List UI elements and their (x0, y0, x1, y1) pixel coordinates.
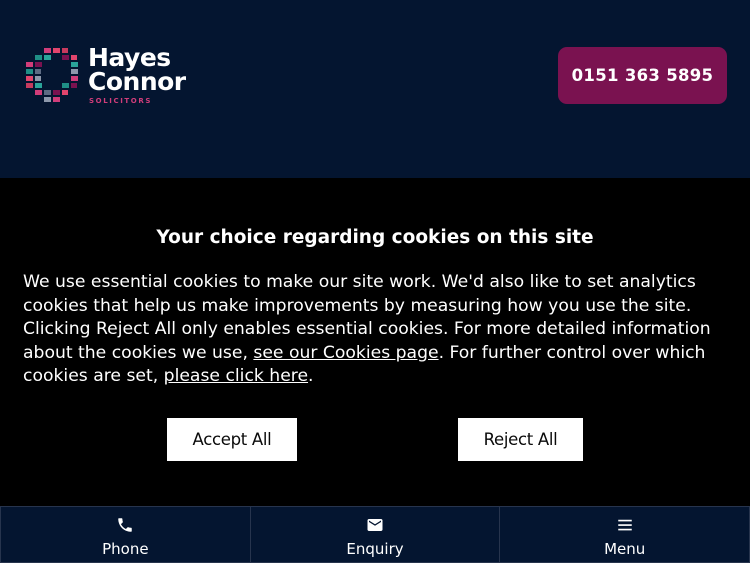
nav-label-menu: Menu (604, 540, 646, 558)
cookie-text-part3: . (308, 366, 314, 387)
accept-all-button[interactable]: Accept All (167, 418, 297, 461)
nav-item-phone[interactable]: Phone (0, 506, 250, 563)
cookies-page-link[interactable]: see our Cookies page (253, 343, 438, 363)
cookie-consent-banner: Your choice regarding cookies on this si… (0, 178, 750, 506)
nav-item-enquiry[interactable]: Enquiry (249, 506, 500, 563)
logo-mosaic-icon (26, 48, 78, 102)
logo-tagline: SOLICITORS (89, 97, 152, 105)
reject-all-button[interactable]: Reject All (458, 418, 583, 461)
hamburger-menu-icon (617, 519, 632, 531)
logo-name-line2: Connor (88, 67, 186, 96)
logo-wordmark: Hayes Connor (88, 45, 186, 96)
phone-number-button[interactable]: 0151 363 5895 (558, 47, 727, 104)
envelope-icon (367, 519, 383, 531)
phone-icon (118, 518, 133, 532)
nav-item-menu[interactable]: Menu (499, 506, 750, 563)
site-header: Hayes Connor SOLICITORS 0151 363 5895 (0, 0, 750, 178)
nav-label-phone: Phone (102, 540, 149, 558)
hayes-connor-logo[interactable]: Hayes Connor SOLICITORS (24, 44, 194, 110)
cookie-settings-link[interactable]: please click here (164, 366, 308, 386)
bottom-navigation-bar: Phone Enquiry Menu (0, 506, 750, 563)
cookie-banner-title: Your choice regarding cookies on this si… (156, 227, 594, 248)
nav-label-enquiry: Enquiry (346, 540, 404, 558)
cookie-banner-text: We use essential cookies to make our sit… (23, 271, 729, 389)
